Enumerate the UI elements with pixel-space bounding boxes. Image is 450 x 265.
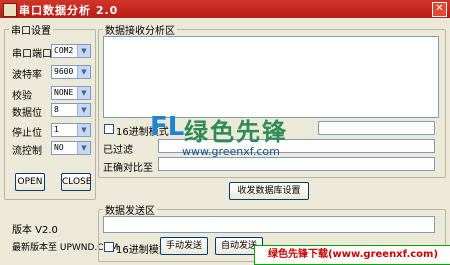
regex-compare-field[interactable] [158, 157, 435, 171]
chevron-down-icon: ▼ [77, 142, 90, 154]
receive-hex-checkbox[interactable] [104, 124, 114, 134]
baud-label: 波特率 [12, 70, 42, 81]
baud-select[interactable]: 9600 ▼ [51, 65, 91, 79]
stop-bits-label: 停止位 [12, 128, 42, 139]
flow-control-label: 流控制 [12, 146, 42, 157]
baud-value: 9600 [54, 67, 74, 76]
window-title: 串口数据分析 2.0 [19, 4, 119, 17]
flow-control-select[interactable]: NO ▼ [51, 141, 91, 155]
flow-control-value: NO [54, 143, 64, 152]
send-textarea[interactable] [103, 216, 435, 233]
port-label: 串口端口 [12, 49, 52, 60]
serial-settings-legend: 串口设置 [11, 26, 51, 37]
chevron-down-icon: ▼ [77, 45, 90, 57]
data-bits-label: 数据位 [12, 108, 42, 119]
receive-textarea[interactable] [103, 36, 439, 118]
open-button[interactable]: OPEN [15, 173, 45, 191]
data-bits-select[interactable]: 8 ▼ [51, 103, 91, 117]
version-label: 版本 V2.0 [12, 225, 58, 236]
close-button[interactable]: CLOSE [61, 173, 91, 191]
chevron-down-icon: ▼ [77, 87, 90, 99]
port-select[interactable]: COM2 ▼ [51, 44, 91, 58]
send-hex-checkbox[interactable] [104, 242, 114, 252]
parity-select[interactable]: NONE ▼ [51, 86, 91, 100]
send-legend: 数据发送区 [105, 206, 155, 217]
receive-hex-field[interactable] [318, 121, 435, 135]
title-bar: 串口数据分析 2.0 ✕ [0, 0, 450, 18]
port-value: COM2 [54, 46, 74, 55]
watermark-url: www.greenxf.com [182, 145, 280, 158]
manual-send-button[interactable]: 手动发送 [160, 237, 208, 255]
app-window: 串口数据分析 2.0 ✕ 串口设置 串口端口 COM2 ▼ 波特率 9600 ▼ 校… [0, 0, 450, 265]
data-bits-value: 8 [54, 105, 59, 114]
rx-tx-settings-button[interactable]: 收发数据库设置 [229, 182, 309, 200]
stop-bits-value: 1 [54, 125, 59, 134]
chevron-down-icon: ▼ [77, 104, 90, 116]
chevron-down-icon: ▼ [77, 66, 90, 78]
watermark-brand: 绿色先锋 [184, 118, 288, 146]
regex-compare-label: 正确对比至 [103, 163, 153, 174]
watermark-banner: 绿色先锋下载(www.greenxf.com) [254, 245, 450, 265]
chevron-down-icon: ▼ [77, 124, 90, 136]
receive-legend: 数据接收分析区 [105, 26, 175, 37]
parity-value: NONE [54, 88, 74, 97]
parity-label: 校验 [12, 91, 32, 102]
app-icon [3, 3, 17, 17]
filtered-label: 已过滤 [103, 145, 133, 156]
close-window-button[interactable]: ✕ [432, 2, 447, 17]
stop-bits-select[interactable]: 1 ▼ [51, 123, 91, 137]
watermark-logo: FL [150, 112, 185, 142]
